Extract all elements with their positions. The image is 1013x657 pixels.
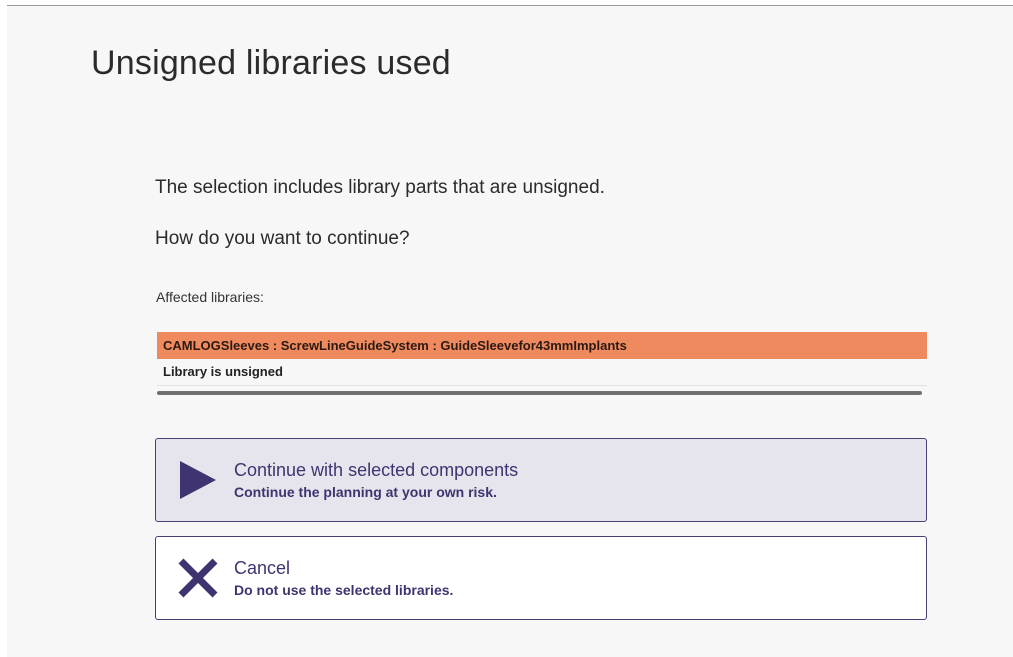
cancel-title: Cancel — [234, 558, 291, 578]
library-item-status: Library is unsigned — [157, 359, 927, 386]
close-icon — [178, 558, 218, 598]
message-question: How do you want to continue? — [155, 228, 410, 249]
library-list: CAMLOGSleeves : ScrewLineGuideSystem : G… — [157, 332, 927, 395]
cancel-subtitle: Do not use the selected libraries. — [234, 582, 454, 598]
dialog-window: Unsigned libraries used The selection in… — [7, 5, 1013, 657]
continue-button[interactable]: Continue with selected components Contin… — [155, 438, 927, 522]
continue-title: Continue with selected components — [234, 460, 519, 480]
library-item-name[interactable]: CAMLOGSleeves : ScrewLineGuideSystem : G… — [157, 332, 927, 359]
affected-libraries-label: Affected libraries: — [156, 289, 264, 305]
message-unsigned: The selection includes library parts tha… — [155, 177, 605, 198]
cancel-button[interactable]: Cancel Do not use the selected libraries… — [155, 536, 927, 620]
continue-subtitle: Continue the planning at your own risk. — [234, 484, 497, 500]
horizontal-scrollbar[interactable] — [157, 391, 922, 395]
dialog-title: Unsigned libraries used — [91, 44, 451, 82]
play-icon — [180, 461, 216, 499]
